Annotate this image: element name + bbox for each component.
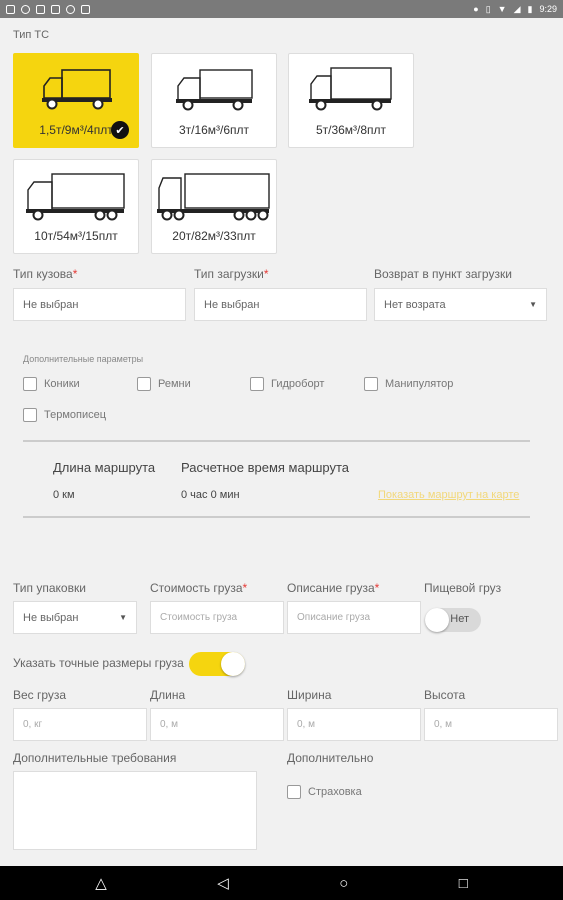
home-up-icon[interactable]: △ — [95, 874, 107, 892]
vehicle-card-5[interactable]: 20т/82м³/33плт — [151, 159, 277, 254]
vehicle-card-4[interactable]: 10т/54м³/15плт — [13, 159, 139, 254]
exact-dims-toggle[interactable] — [189, 652, 245, 676]
status-bar: ● ▯ ▼ ◢ ▮ 9:29 — [0, 0, 563, 18]
cargo-desc-label: Описание груза* — [287, 581, 380, 595]
checkbox-label: Коники — [44, 378, 80, 390]
show-route-link[interactable]: Показать маршрут на карте — [378, 489, 519, 501]
signal-icon: ◢ — [513, 3, 521, 14]
checkbox-label: Манипулятор — [385, 378, 454, 390]
additional-label: Дополнительно — [287, 751, 374, 765]
vehicle-card-1[interactable]: 1,5т/9м³/4плт ✔ — [13, 53, 139, 148]
extra-requirements-textarea[interactable] — [13, 771, 257, 850]
sync-icon — [21, 4, 30, 14]
return-point-select[interactable]: Нет возрата ▼ — [374, 288, 547, 321]
route-length-label: Длина маршрута — [53, 460, 156, 475]
cargo-cost-input[interactable]: Стоимость груза — [150, 601, 284, 634]
vehicle-caption: 20т/82м³/33плт — [172, 229, 256, 243]
dropdown-arrow-icon: ▼ — [529, 300, 537, 309]
checkbox-label: Гидроборт — [271, 378, 325, 390]
loading-type-field[interactable]: Не выбран — [194, 288, 367, 321]
checkbox-gidrobort[interactable]: Гидроборт — [250, 377, 324, 391]
route-length-value: 0 км — [53, 489, 75, 501]
large-truck-icon — [26, 173, 125, 221]
body-type-field[interactable]: Не выбран — [13, 288, 186, 321]
vehicle-type-label: Тип ТС — [13, 29, 50, 41]
semi-truck-icon — [157, 173, 270, 221]
truck-icon — [309, 67, 392, 111]
checkbox-box[interactable] — [23, 377, 37, 391]
packaging-value: Не выбран — [23, 611, 79, 624]
checkbox-label: Термописец — [44, 409, 107, 421]
exact-dims-label: Указать точные размеры груза — [13, 656, 184, 670]
vehicle-caption: 3т/16м³/6плт — [178, 123, 250, 137]
divider — [23, 516, 530, 518]
checkbox-manipulator[interactable]: Манипулятор — [364, 377, 453, 391]
check-icon: ✔ — [111, 121, 129, 139]
length-input[interactable]: 0, м — [150, 708, 284, 741]
vibrate-icon: ▯ — [485, 3, 491, 14]
checkbox-box[interactable] — [137, 377, 151, 391]
route-time-value: 0 час 0 мин — [181, 489, 240, 501]
play-icon — [81, 4, 90, 14]
navigation-bar: △ ◁ ○ □ — [0, 866, 563, 900]
weight-input[interactable]: 0, кг — [13, 708, 147, 741]
vehicle-caption: 1,5т/9м³/4плт — [39, 123, 113, 137]
return-point-value: Нет возрата — [384, 298, 446, 311]
height-input[interactable]: 0, м — [424, 708, 558, 741]
food-cargo-label: Пищевой груз — [424, 581, 502, 595]
truck-icon — [176, 69, 253, 111]
checkbox-koniki[interactable]: Коники — [23, 377, 80, 391]
checkbox-box[interactable] — [287, 785, 301, 799]
checkbox-remni[interactable]: Ремни — [137, 377, 191, 391]
height-label: Высота — [424, 688, 466, 702]
dropdown-arrow-icon: ▼ — [119, 613, 127, 622]
home-icon[interactable]: ○ — [339, 875, 348, 892]
checkbox-box[interactable] — [364, 377, 378, 391]
battery-icon: ▮ — [527, 3, 533, 14]
vehicle-caption: 10т/54м³/15плт — [34, 229, 118, 243]
packaging-select[interactable]: Не выбран ▼ — [13, 601, 137, 634]
route-time-label: Расчетное время маршрута — [181, 460, 350, 475]
image-icon — [51, 4, 60, 14]
extra-requirements-label: Дополнительные требования — [13, 751, 177, 765]
length-label: Длина — [150, 688, 186, 702]
width-label: Ширина — [287, 688, 332, 702]
wifi-icon: ▼ — [497, 4, 507, 14]
toggle-knob — [425, 608, 449, 632]
checkbox-termopisec[interactable]: Термописец — [23, 408, 106, 422]
checkbox-label: Ремни — [158, 378, 191, 390]
weight-label: Вес груза — [13, 688, 67, 702]
checkbox-box[interactable] — [250, 377, 264, 391]
info-icon — [66, 4, 75, 14]
image-icon — [36, 4, 45, 14]
packaging-label: Тип упаковки — [13, 581, 86, 595]
small-truck-icon — [42, 69, 112, 110]
food-cargo-toggle[interactable]: Нет — [425, 608, 481, 632]
loading-type-label: Тип загрузки* — [194, 267, 269, 281]
clock: 9:29 — [539, 4, 557, 14]
return-point-label: Возврат в пункт загрузки — [374, 267, 512, 281]
cargo-desc-input[interactable]: Описание груза — [287, 601, 421, 634]
checkbox-insurance[interactable]: Страховка — [287, 785, 362, 799]
cargo-cost-label: Стоимость груза* — [150, 581, 248, 595]
recents-icon[interactable]: □ — [459, 875, 468, 892]
checkbox-box[interactable] — [23, 408, 37, 422]
back-icon[interactable]: ◁ — [217, 874, 229, 892]
checkbox-label: Страховка — [308, 786, 362, 798]
vehicle-caption: 5т/36м³/8плт — [315, 123, 387, 137]
location-icon: ● — [473, 4, 479, 14]
extra-params-label: Дополнительные параметры — [23, 354, 144, 364]
toggle-text: Нет — [450, 613, 469, 625]
body-type-label: Тип кузова* — [13, 267, 78, 281]
notification-icon — [6, 4, 15, 14]
width-input[interactable]: 0, м — [287, 708, 421, 741]
divider — [23, 440, 530, 442]
toggle-knob — [221, 652, 245, 676]
vehicle-card-3[interactable]: 5т/36м³/8плт — [288, 53, 414, 148]
vehicle-card-2[interactable]: 3т/16м³/6плт — [151, 53, 277, 148]
